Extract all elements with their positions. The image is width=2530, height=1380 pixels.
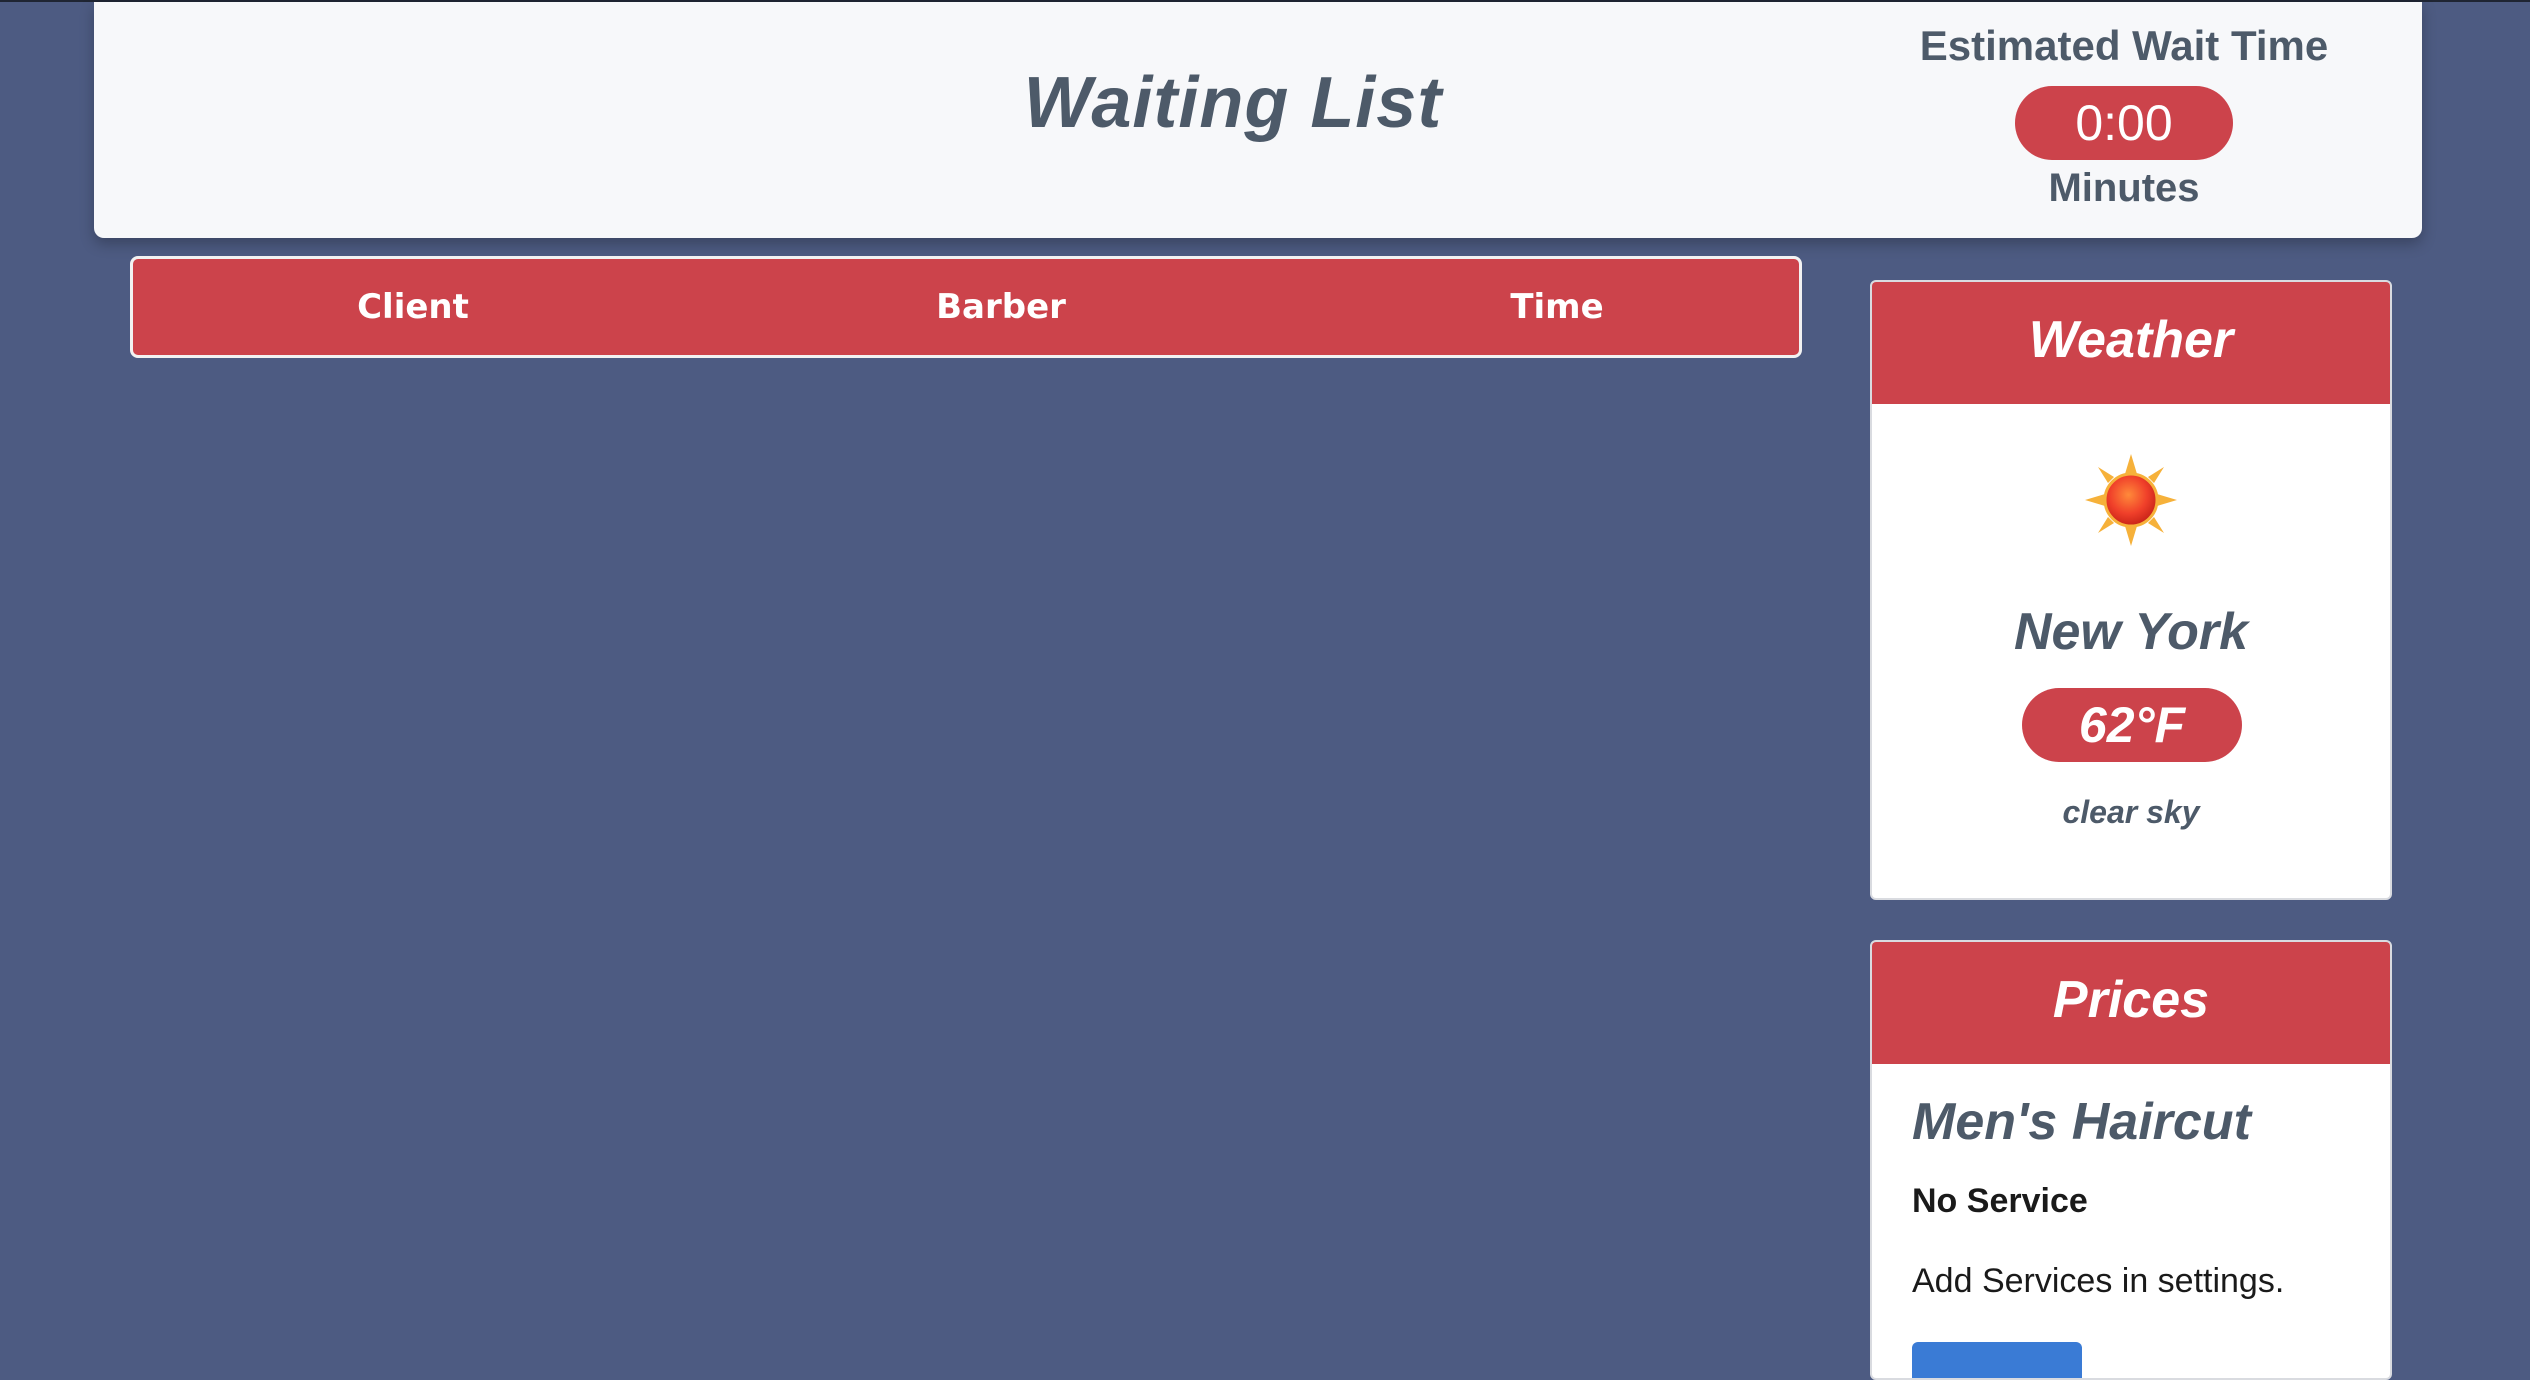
- service-category-title: Men's Haircut: [1912, 1093, 2251, 1151]
- column-header-client: Client: [357, 287, 469, 327]
- waiting-list-table-header: Client Barber Time: [130, 256, 1802, 358]
- column-header-barber: Barber: [936, 287, 1066, 327]
- add-services-hint: Add Services in settings.: [1912, 1262, 2285, 1300]
- weather-city: New York: [2013, 603, 2249, 661]
- no-service-label: No Service: [1912, 1182, 2088, 1220]
- prices-card-title: Prices: [1872, 942, 2390, 1064]
- weather-temperature: 62°F: [2022, 688, 2242, 762]
- wait-time-label: Estimated Wait Time: [1919, 22, 2329, 69]
- prices-card: Prices Men's Haircut No Service Add Serv…: [1870, 940, 2392, 1380]
- weather-description: clear sky: [2062, 794, 2200, 830]
- weather-card: Weather New York 62°F clear sky: [1870, 280, 2392, 900]
- sun-icon: [2083, 452, 2179, 548]
- settings-button[interactable]: [1912, 1342, 2082, 1378]
- page-header: Waiting List Estimated Wait Time 0:00 Mi…: [94, 2, 2422, 238]
- column-header-time: Time: [1510, 287, 1604, 327]
- wait-time-units: Minutes: [2048, 166, 2200, 210]
- estimated-wait-panel: Estimated Wait Time 0:00 Minutes: [1874, 2, 2374, 211]
- wait-time-value: 0:00: [2015, 86, 2233, 160]
- weather-card-title: Weather: [1872, 282, 2390, 404]
